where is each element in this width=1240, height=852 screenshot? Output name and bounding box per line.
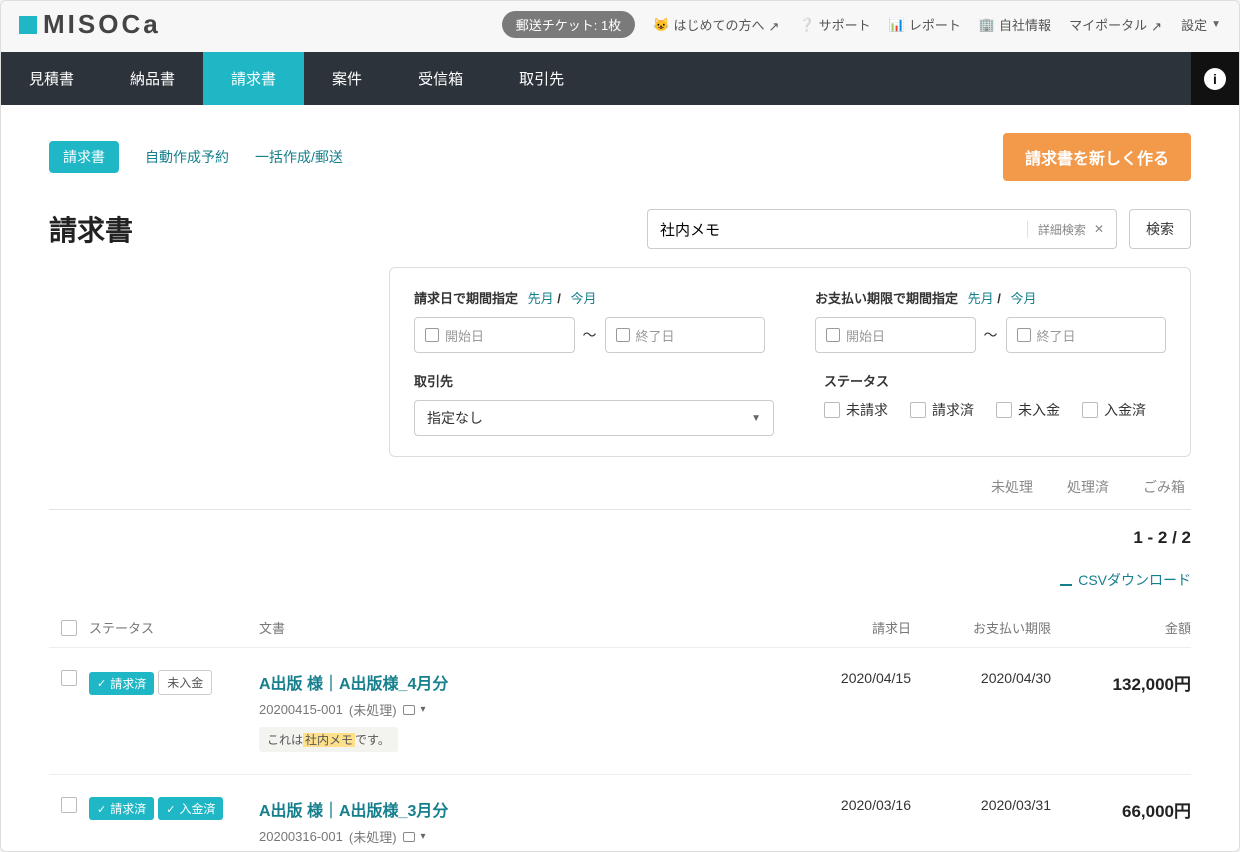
chevron-down-icon[interactable]: ▾ [421,831,426,842]
folder-tab-0[interactable]: 未処理 [991,477,1033,497]
external-icon: ↗ [1151,19,1163,31]
due-start-date[interactable]: 開始日 [815,317,976,353]
nav-item-0[interactable]: 見積書 [1,52,102,105]
external-icon: ↗ [768,19,780,31]
status-check-2[interactable]: 未入金 [996,400,1060,420]
table-row: 請求済未入金A出版 様｜A出版様_4月分20200415-001 (未処理) ▾… [49,648,1191,775]
table-header: ステータス 文書 請求日 お支払い期限 金額 [49,608,1191,648]
pager-text: 1 - 2 / 2 [49,528,1191,548]
check-icon [166,802,175,816]
chevron-down-icon: ▼ [1211,19,1221,30]
status-check-0[interactable]: 未請求 [824,400,888,420]
calendar-icon [425,328,439,342]
link-prev-month[interactable]: 先月 [528,291,554,306]
nav-item-1[interactable]: 納品書 [102,52,203,105]
status-badge: 請求済 [89,797,154,820]
link-this-month-due[interactable]: 今月 [1011,291,1037,306]
checkbox-icon [824,402,840,418]
link-this-month[interactable]: 今月 [571,291,597,306]
select-all-checkbox[interactable] [61,620,77,636]
download-icon [1060,574,1072,586]
advanced-search-toggle[interactable]: 詳細検索 ✕ [1027,221,1104,238]
filter-panel: 請求日で期間指定 先月 / 今月 開始日 〜 終了日 お支払い期限で期間指定 先… [389,267,1191,457]
link-report[interactable]: 📊 レポート [889,15,961,34]
link-myportal[interactable]: マイポータル ↗ [1069,15,1163,34]
link-company[interactable]: 🏢 自社情報 [979,15,1051,34]
billing-start-date[interactable]: 開始日 [414,317,575,353]
folder-tab-2[interactable]: ごみ箱 [1143,477,1185,497]
create-invoice-button[interactable]: 請求書を新しく作る [1003,133,1191,181]
link-settings[interactable]: 設定 ▼ [1181,15,1221,34]
checkbox-icon [996,402,1012,418]
comment-icon[interactable] [403,832,415,842]
subtab-batch[interactable]: 一括作成/郵送 [255,147,343,167]
main-nav: 見積書納品書請求書案件受信箱取引先 i [1,52,1239,105]
checkbox-icon [1082,402,1098,418]
table-row: 請求済入金済A出版 様｜A出版様_3月分20200316-001 (未処理) ▾… [49,775,1191,851]
subtab-auto[interactable]: 自動作成予約 [145,147,229,167]
calendar-icon [826,328,840,342]
ticket-chip[interactable]: 郵送チケット: 1枚 [502,11,635,38]
info-icon: i [1204,68,1226,90]
nav-item-2[interactable]: 請求書 [203,52,304,105]
info-button[interactable]: i [1191,52,1239,105]
status-badge: 請求済 [89,672,154,695]
row-checkbox[interactable] [61,670,77,686]
brand-name: MISOCa [43,9,161,40]
csv-download-link[interactable]: CSVダウンロード [1060,570,1191,590]
memo-text: これは社内メモです。 [259,727,398,752]
link-prev-month-due[interactable]: 先月 [968,291,994,306]
billing-end-date[interactable]: 終了日 [605,317,766,353]
comment-icon[interactable] [403,705,415,715]
check-icon [97,802,106,816]
calendar-icon [1017,328,1031,342]
status-badge: 未入金 [158,670,212,695]
search-input-wrapper: 詳細検索 ✕ [647,209,1117,249]
brand-logo-icon [19,16,37,34]
due-end-date[interactable]: 終了日 [1006,317,1167,353]
folder-tab-1[interactable]: 処理済 [1067,477,1109,497]
doc-title-link[interactable]: A出版 様｜A出版様_3月分 [259,797,791,821]
chevron-down-icon: ▼ [751,413,761,424]
doc-title-link[interactable]: A出版 様｜A出版様_4月分 [259,670,791,694]
status-check-1[interactable]: 請求済 [910,400,974,420]
nav-item-4[interactable]: 受信箱 [390,52,491,105]
topbar: MISOCa 郵送チケット: 1枚 😺 はじめての方へ ↗ ❔ サポート 📊 レ… [1,1,1239,52]
brand-logo[interactable]: MISOCa [19,9,161,40]
status-check-3[interactable]: 入金済 [1082,400,1146,420]
nav-item-5[interactable]: 取引先 [491,52,592,105]
calendar-icon [616,328,630,342]
subtab-invoices[interactable]: 請求書 [49,141,119,173]
search-button[interactable]: 検索 [1129,209,1191,249]
nav-item-3[interactable]: 案件 [304,52,390,105]
search-input[interactable] [660,221,1027,238]
link-support[interactable]: ❔ サポート [798,15,870,34]
link-first-time[interactable]: 😺 はじめての方へ ↗ [653,15,780,34]
client-select[interactable]: 指定なし▼ [414,400,774,436]
chevron-down-icon[interactable]: ▾ [421,704,426,715]
close-icon: ✕ [1094,222,1104,236]
page-title: 請求書 [49,209,133,249]
checkbox-icon [910,402,926,418]
row-checkbox[interactable] [61,797,77,813]
status-badge: 入金済 [158,797,223,820]
check-icon [97,676,106,690]
